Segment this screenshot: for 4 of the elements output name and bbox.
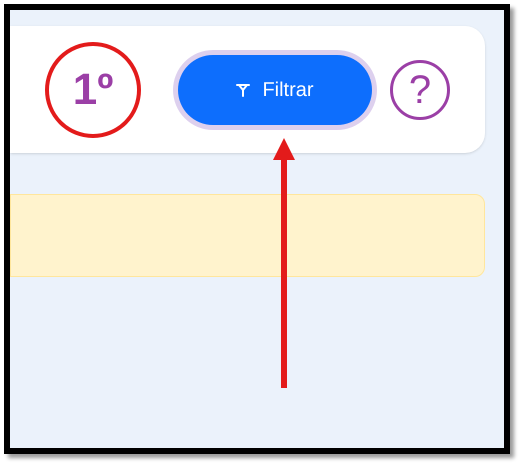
filter-button[interactable]: Filtrar [178,54,372,124]
step-number: 1º [45,42,141,138]
help-button[interactable]: ? [390,60,450,120]
filter-icon [236,82,250,96]
